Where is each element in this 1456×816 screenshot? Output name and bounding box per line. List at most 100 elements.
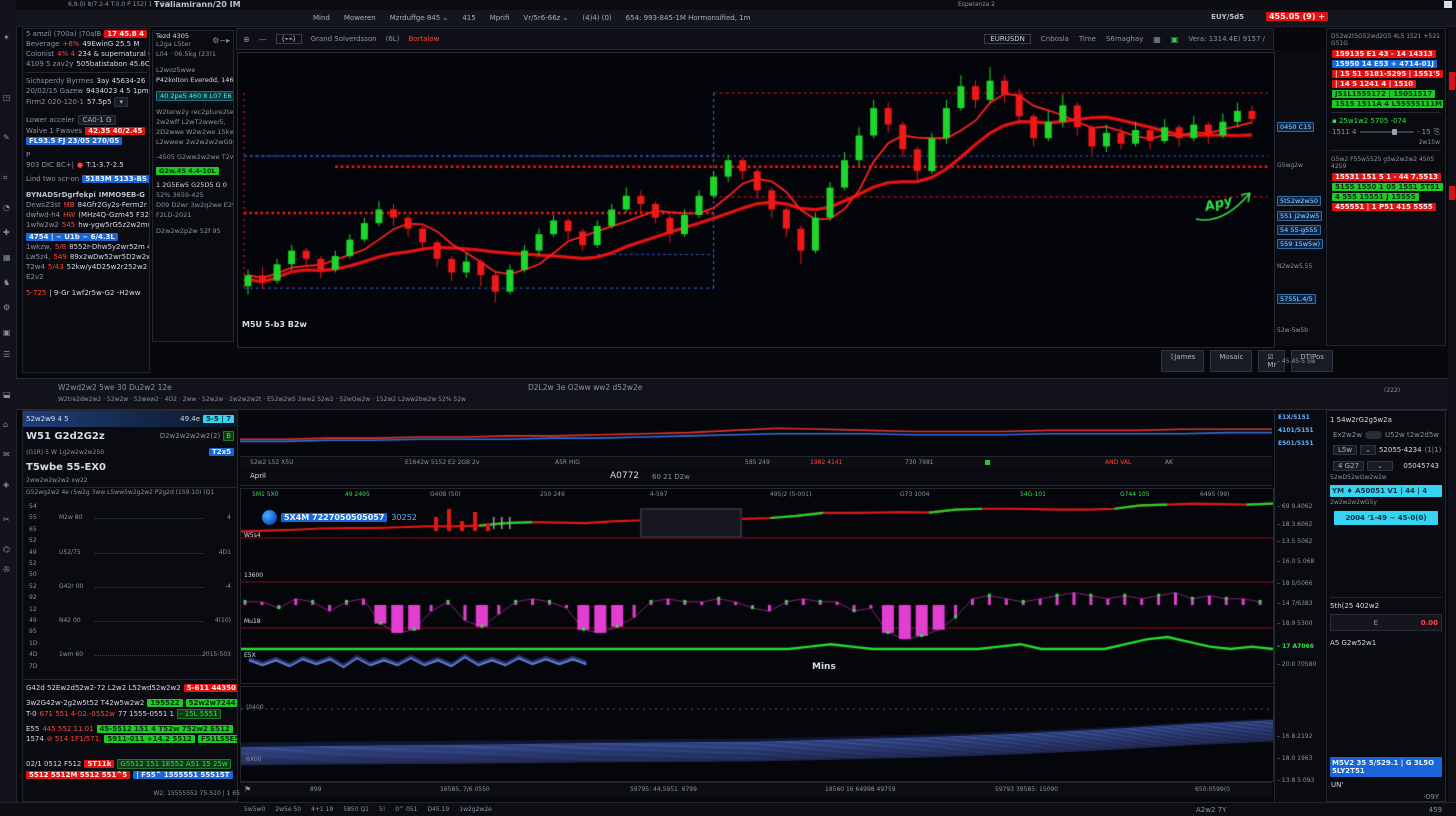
- menu-item-1[interactable]: Moweren: [337, 14, 383, 22]
- toolbar-left-item-2[interactable]: ⟨⌁⌁⟩: [276, 34, 302, 44]
- watch-row-5[interactable]: Sichsperdy Byrrnes3ay 45634-26: [23, 76, 149, 86]
- watch-row-1[interactable]: Beverage+6%49EwinG 25.5 M: [23, 39, 149, 49]
- menu-item-5[interactable]: Vr/5r6-66z ⌄: [516, 14, 575, 22]
- order-field-value-0[interactable]: 52055-4234: [1379, 446, 1422, 454]
- toolbar-icon-10[interactable]: ☰: [3, 350, 10, 359]
- settings-row-6[interactable]: 2D2wwe W2w2we 15kw: [153, 127, 233, 137]
- toolbar-icon-11[interactable]: ⬓: [3, 390, 11, 399]
- settings-row-2[interactable]: P42kolton Everedd, 1468: [153, 75, 233, 85]
- toolbar-icon-12[interactable]: ⌂: [3, 420, 8, 429]
- order-blue-row[interactable]: M5V2 35 5/529.1 | G 3L5O 5LY2T51: [1330, 757, 1442, 777]
- toolbar-icon-1[interactable]: ◳: [3, 93, 11, 102]
- alert-row-6[interactable]: 5512 5512M 5512 551^5| F55^ 1555551 5551…: [23, 770, 237, 780]
- toolbar-icon-6[interactable]: ▦: [3, 253, 11, 262]
- signal-slider[interactable]: [1360, 131, 1414, 133]
- settings-row-5[interactable]: 2w2wff L2wT2wwe/5,: [153, 117, 233, 127]
- watch-row-13[interactable]: Lind two scr-on5183M 5133-BS 52-1450: [23, 174, 149, 184]
- param-label-7[interactable]: G42r 00: [59, 583, 83, 590]
- quote-cyan-badge[interactable]: 2004 '1-49 ~ 45-0(0): [1334, 511, 1438, 525]
- volume-stepper[interactable]: E 0.00: [1330, 614, 1442, 631]
- axis-label-0[interactable]: 0450 C15: [1277, 122, 1314, 132]
- menu-item-4[interactable]: Mprifi: [483, 14, 517, 22]
- lower-price-axis[interactable]: E1X/51514101/5151E501/5151– 69 9.4062– 1…: [1274, 410, 1325, 802]
- toolbar-left-item-5[interactable]: Bortalow: [408, 35, 439, 43]
- menu-item-6[interactable]: (4)4) (0): [575, 14, 618, 22]
- signal1-row-1[interactable]: 15950 14 E53 + 4714-01J: [1329, 59, 1443, 69]
- toolbar-right-item-1[interactable]: Cnbosla: [1041, 35, 1069, 43]
- watch-row-3[interactable]: 4109 5 zav2y505batistabon 45.6C: [23, 59, 149, 69]
- toolbar-icon-4[interactable]: ◔: [3, 203, 10, 212]
- analysis-row-3[interactable]: ⟨G1R⟩ 5 W 1g2w2w2w250 T2x5: [23, 445, 237, 459]
- settings-row-10[interactable]: 1 2G5Ew5 G25D5 G 0: [153, 180, 233, 190]
- axis-label-6[interactable]: N2w2w5.55: [1277, 263, 1312, 270]
- watch-row-10[interactable]: FL93.5 FJ 23/05 270/05: [23, 136, 149, 146]
- toolbar-icon-3[interactable]: ⌗: [3, 173, 8, 183]
- settings-row-14[interactable]: D2w2w2p2w 52f 95: [153, 226, 233, 236]
- order-field-select-0[interactable]: ⌄: [1360, 445, 1376, 455]
- watch-row-16[interactable]: dwfwd-h4HW(MHz4Q-Gzm45 F323): [23, 210, 149, 220]
- watch-row-6[interactable]: 20/02/15 Gazew9434023 4 5 1pm: [23, 86, 149, 96]
- price-cyan-row[interactable]: YM ♦ A50051 V1 | 44 | 4: [1330, 485, 1442, 497]
- signal1-row-5[interactable]: 1515 1511A 4 L55555111M: [1329, 99, 1443, 109]
- settings-row-3[interactable]: 40 2pe5 460 8 L07 E6: [153, 90, 233, 102]
- axis-label-1[interactable]: G5wg2w: [1277, 162, 1303, 169]
- alert-badge[interactable]: 455.05 (9) +: [1266, 12, 1328, 21]
- chart-button-1[interactable]: Mosaic: [1210, 350, 1252, 372]
- settings-row-4[interactable]: W2terw2y rec2pture2te 4: [153, 107, 233, 117]
- minus-icon[interactable]: −: [219, 36, 226, 45]
- watch-row-7[interactable]: Firm2 020-120-157.5p5▾: [23, 96, 149, 108]
- toolbar-right-item-5[interactable]: ▣: [1171, 35, 1179, 44]
- toolbar-icon-17[interactable]: ✇: [3, 565, 10, 574]
- param-label-4[interactable]: U52/75: [59, 549, 81, 556]
- watch-row-0[interactable]: 5 amzil (700a) |70alB17 45.8 4: [23, 29, 149, 39]
- toolbar-icon-8[interactable]: ⚙: [3, 303, 10, 312]
- main-price-axis[interactable]: 0450 C15G5wg2w5t52w2w50551 j2w2w554 55-g…: [1274, 50, 1325, 346]
- axis-label-7[interactable]: 5755L.4/5: [1277, 294, 1316, 304]
- param-label-10[interactable]: N42 00: [59, 617, 81, 624]
- axis-label-5[interactable]: 559 15w5w): [1277, 239, 1323, 249]
- analysis-row-1[interactable]: 52w2w9 4 5 49.4e 5-5 | 7: [23, 411, 237, 427]
- toolbar-icon-7[interactable]: ♞: [3, 278, 10, 287]
- toolbar-icon-9[interactable]: ▣: [3, 328, 11, 337]
- settings-row-1[interactable]: L2woz5wwe: [153, 65, 233, 75]
- settings-row-9[interactable]: G2w.45 4.4-10L: [153, 166, 233, 176]
- analysis-row-2[interactable]: W51 G2d2G2z D2w2w2w2w2(2) B: [23, 427, 237, 445]
- toolbar-right-item-3[interactable]: S6maghay: [1106, 35, 1143, 43]
- signal1-row-0[interactable]: 159135 E1 43 - 14 14313: [1329, 49, 1443, 59]
- toolbar-icon-13[interactable]: ✉: [3, 450, 10, 459]
- menu-item-0[interactable]: Mind: [306, 14, 337, 22]
- toolbar-icon-16[interactable]: ⌬: [3, 545, 10, 554]
- watch-row-19[interactable]: 1wkzw,5/88552r-Dhw5y2wr52m 4-2r9: [23, 242, 149, 252]
- toggle-icon[interactable]: ⎘: [1434, 127, 1440, 137]
- order-field-select-1[interactable]: ⌄: [1367, 461, 1393, 471]
- signal1-row-4[interactable]: J51L1555172 | 15051517: [1329, 89, 1443, 99]
- toolbar-icon-0[interactable]: ✦: [3, 33, 10, 42]
- toolbar-icon-14[interactable]: ◈: [3, 480, 9, 489]
- menu-item-7[interactable]: 654: 993-845-1M Hormonsified, 1m: [619, 14, 758, 22]
- settings-row-12[interactable]: D09 D2wr 3w2q2we E29: [153, 200, 233, 210]
- param-label-1[interactable]: M2w 80: [59, 514, 82, 521]
- signal1-row-2[interactable]: | 15 51 5181-5295 | 1551'5: [1329, 69, 1443, 79]
- settings-row-0[interactable]: L04 · 06.5kg (23)1: [153, 49, 233, 59]
- toolbar-icon-2[interactable]: ✎: [3, 133, 10, 142]
- order-field-label-1[interactable]: 4 G27: [1333, 461, 1364, 471]
- alert-row-3[interactable]: E55445 552 11.0145-5512 151 4 T52w 752w2…: [23, 724, 237, 734]
- toolbar-left-item-1[interactable]: —: [259, 35, 267, 44]
- period-label[interactable]: April: [250, 472, 266, 480]
- settings-header-icons[interactable]: ⚙−▸: [212, 36, 230, 45]
- signal1-row-3[interactable]: | 14 5 1241 4 | 1510: [1329, 79, 1443, 89]
- watch-row-15[interactable]: DewsZ3stMB84Gfr2Gy2s-Ferm2r 3/4: [23, 200, 149, 210]
- toolbar-left-item-0[interactable]: ⊕: [243, 35, 250, 44]
- watch-row-21[interactable]: T2w45/4352kw/y4D25w2r252w2 / B2v-: [23, 262, 149, 272]
- axis-label-3[interactable]: 551 j2w2w5: [1277, 211, 1322, 221]
- order-field-extra-0[interactable]: (1|1): [1425, 446, 1442, 454]
- news-overlay[interactable]: 5X4M 7227050505057 30252: [262, 510, 417, 525]
- chart-button-0[interactable]: ᛝJames: [1161, 350, 1204, 372]
- candlestick-chart[interactable]: [237, 52, 1275, 348]
- signal2-row-3[interactable]: 455551 | 1 P51 415 5555: [1329, 202, 1443, 212]
- divider-center-title[interactable]: D2L2w 3e O2ww ww2 d52w2e: [528, 383, 642, 392]
- toolbar-icon-5[interactable]: ✚: [3, 228, 10, 237]
- signal2-row-0[interactable]: 15531 151 5 1 - 44 7.5513: [1329, 172, 1443, 182]
- alert-row-0[interactable]: G42d 52Ew2d52w2-72 L2w2 L52wd52w2w25-611…: [23, 683, 237, 693]
- toolbar-left-item-3[interactable]: Grand Solverdsson: [311, 35, 377, 43]
